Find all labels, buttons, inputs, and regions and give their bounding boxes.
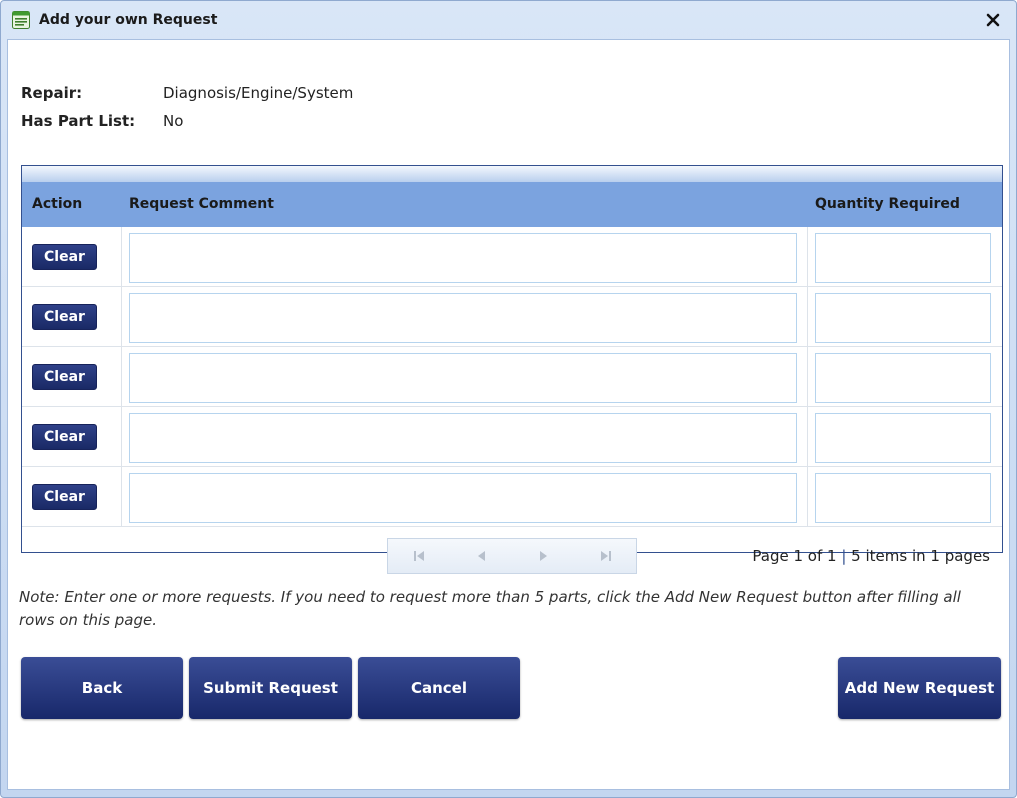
column-divider [121,227,122,526]
quantity-required-input[interactable] [815,293,991,343]
clear-button[interactable]: Clear [32,364,97,390]
first-page-icon[interactable] [411,549,427,563]
column-header-quantity-required: Quantity Required [815,196,960,212]
repair-value: Diagnosis/Engine/System [163,84,354,102]
has-part-list-value: No [163,112,184,130]
back-button[interactable]: Back [21,657,183,719]
column-header-action: Action [32,196,83,212]
quantity-required-input[interactable] [815,473,991,523]
request-comment-input[interactable] [129,413,797,463]
quantity-required-input[interactable] [815,233,991,283]
clear-button[interactable]: Clear [32,244,97,270]
submit-request-button[interactable]: Submit Request [189,657,352,719]
quantity-required-input[interactable] [815,353,991,403]
next-page-icon[interactable] [536,549,552,563]
pager-info: Page 1 of 1 | 5 items in 1 pages [752,547,990,565]
prev-page-icon[interactable] [473,549,489,563]
last-page-icon[interactable] [598,549,614,563]
table-row: Clear [22,227,1002,287]
has-part-list-label: Has Part List: [21,112,136,130]
add-new-request-button[interactable]: Add New Request [838,657,1001,719]
cancel-button[interactable]: Cancel [358,657,520,719]
clear-button[interactable]: Clear [32,484,97,510]
clear-button[interactable]: Clear [32,424,97,450]
table-row: Clear [22,287,1002,347]
request-comment-input[interactable] [129,233,797,283]
dialog-window: Add your own Request Repair: Diagnosis/E… [0,0,1017,798]
column-header-request-comment: Request Comment [129,196,274,212]
form-icon [12,11,30,29]
table-row: Clear [22,467,1002,527]
pager-controls [387,538,637,574]
quantity-required-input[interactable] [815,413,991,463]
repair-label: Repair: [21,84,83,102]
request-comment-input[interactable] [129,293,797,343]
table-row: Clear [22,407,1002,467]
request-comment-input[interactable] [129,473,797,523]
dialog-title: Add your own Request [39,12,218,28]
table-row: Clear [22,347,1002,407]
request-comment-input[interactable] [129,353,797,403]
clear-button[interactable]: Clear [32,304,97,330]
dialog-content: Repair: Diagnosis/Engine/System Has Part… [7,39,1010,790]
grid-top-bar [22,166,1002,182]
request-grid: Action Request Comment Quantity Required… [21,165,1003,574]
column-divider [807,227,808,526]
page-indicator: Page 1 of 1 [752,547,837,565]
close-icon[interactable] [984,11,1002,29]
title-bar: Add your own Request [1,1,1016,39]
grid-header: Action Request Comment Quantity Required [22,182,1002,227]
pager-separator: | [841,547,847,565]
items-count: 5 items in 1 pages [851,547,990,565]
instruction-note: Note: Enter one or more requests. If you… [19,588,961,629]
